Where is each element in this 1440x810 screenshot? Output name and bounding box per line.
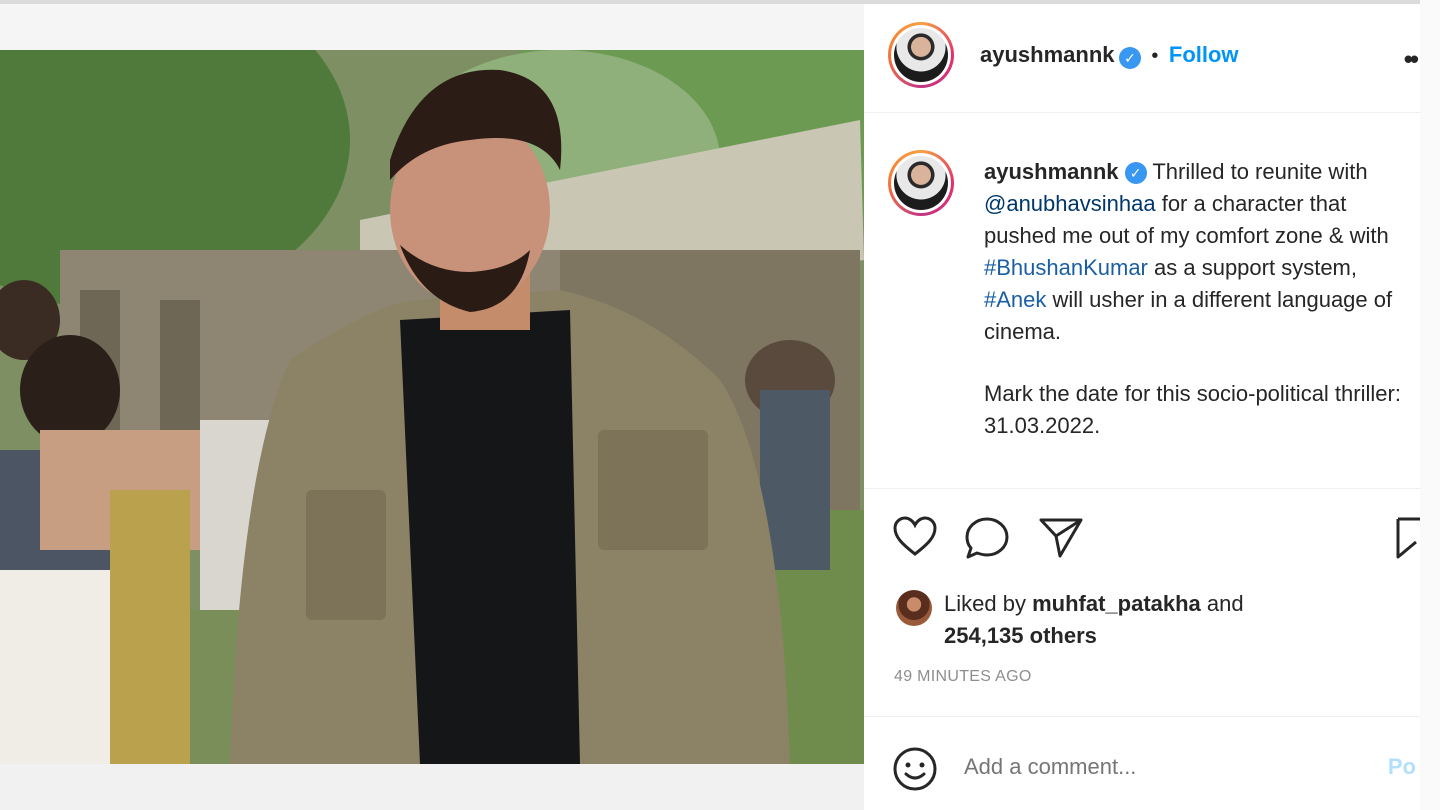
add-comment-row: Po [864, 720, 1420, 810]
action-bar [892, 516, 1420, 560]
liker-username[interactable]: muhfat_patakha [1032, 591, 1201, 616]
verified-badge-icon: ✓ [1118, 46, 1141, 69]
post-caption: ayushmannk ✓ Thrilled to reunite with @a… [984, 156, 1416, 442]
comment-divider [864, 716, 1420, 717]
share-icon[interactable] [1038, 516, 1084, 560]
post-header: ayushmannk ✓ • Follow [980, 42, 1239, 69]
author-username[interactable]: ayushmannk [980, 42, 1115, 67]
caption-divider [864, 488, 1420, 489]
hashtag-anek[interactable]: #Anek [984, 287, 1046, 312]
caption-text-3: as a support system, [1154, 255, 1357, 280]
post-image[interactable] [0, 50, 864, 764]
author-avatar[interactable] [888, 22, 954, 88]
heart-icon[interactable] [892, 516, 938, 558]
caption-avatar-image [894, 156, 948, 210]
comment-icon[interactable] [964, 516, 1010, 560]
bookmark-icon[interactable] [1394, 516, 1420, 560]
post-comment-button[interactable]: Po [1388, 754, 1416, 780]
liker-avatar[interactable] [896, 590, 932, 626]
likes-count[interactable]: 254,135 others [944, 620, 1364, 652]
avatar-image [894, 28, 948, 82]
photo-bottom-gap [0, 764, 864, 810]
caption-verified-icon: ✓ [1124, 162, 1147, 185]
caption-text-4: will usher in a different language of ci… [984, 287, 1393, 344]
mention-link[interactable]: @anubhavsinhaa [984, 191, 1156, 216]
comment-input[interactable] [964, 754, 1344, 780]
separator-dot: • [1151, 45, 1159, 67]
header-divider [864, 112, 1420, 113]
liked-by-label: Liked by [944, 591, 1026, 616]
emoji-icon[interactable] [892, 746, 938, 792]
more-options-icon[interactable]: •• [1404, 44, 1419, 75]
post-photo [0, 50, 864, 764]
follow-button[interactable]: Follow [1169, 42, 1239, 67]
caption-text-1: Thrilled to reunite with [1152, 159, 1368, 184]
photo-top-gap [0, 4, 864, 50]
post-side-panel: ayushmannk ✓ • Follow •• ayushmannk ✓ Th… [864, 4, 1420, 810]
hashtag-bhushankumar[interactable]: #BhushanKumar [984, 255, 1148, 280]
post-timestamp[interactable]: 49 MINUTES AGO [894, 668, 1032, 686]
likes-and-label: and [1206, 591, 1244, 616]
caption-release-date: Mark the date for this socio-political t… [984, 381, 1401, 438]
caption-avatar[interactable] [888, 150, 954, 216]
caption-username[interactable]: ayushmannk [984, 159, 1119, 184]
